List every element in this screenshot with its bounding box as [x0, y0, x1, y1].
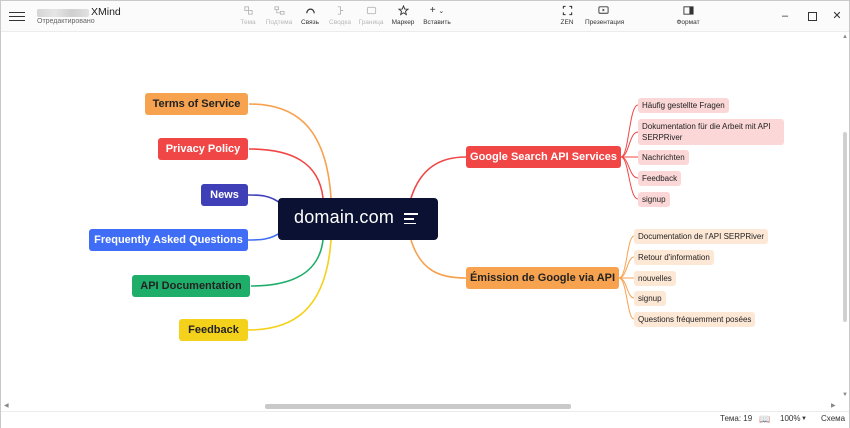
document-status: Отредактировано [37, 18, 95, 25]
subtopic-signup-de[interactable]: signup [638, 192, 670, 207]
subtopic-nouvelles[interactable]: nouvelles [634, 271, 676, 286]
fullscreen-icon [549, 5, 585, 17]
marker-button[interactable]: Маркер [385, 4, 421, 29]
link-google-search [410, 156, 467, 199]
title-bar: XMind Отредактировано Тема Подтема Связь… [1, 1, 849, 32]
topic-privacy-policy[interactable]: Privacy Policy [158, 138, 248, 160]
star-icon [385, 4, 421, 17]
horizontal-scrollbar[interactable]: ◀ ▶ [1, 402, 849, 410]
maximize-icon [807, 11, 817, 21]
scroll-down-icon[interactable]: ▼ [842, 392, 848, 398]
central-topic-label: domain.com [294, 207, 395, 227]
subtopic-documentation-api[interactable]: Documentation de l'API SERPRiver [634, 229, 769, 244]
subtopic-retour-information[interactable]: Retour d'information [634, 250, 714, 265]
blurred-document-name [37, 9, 89, 17]
link-news [247, 194, 282, 205]
presentation-button[interactable]: Презентация [585, 5, 625, 29]
zoom-chevron-icon[interactable]: ▼ [801, 416, 807, 422]
close-button[interactable]: ✕ [826, 7, 848, 25]
link-terms [248, 103, 332, 199]
minimize-button[interactable]: – [774, 7, 796, 25]
boundary-label: Граница [358, 19, 384, 26]
zen-button[interactable]: ZEN [549, 5, 585, 29]
vertical-scroll-thumb[interactable] [843, 132, 847, 322]
scroll-up-icon[interactable]: ▲ [842, 34, 848, 40]
scroll-right-icon[interactable]: ▶ [831, 402, 836, 409]
format-button[interactable]: Формат [670, 5, 706, 29]
presentation-label: Презентация [585, 19, 625, 26]
subtopic-questions-frequentes[interactable]: Questions fréquemment posées [634, 312, 756, 327]
notes-icon [404, 213, 418, 227]
zoom-level[interactable]: 100% [780, 414, 800, 423]
topic-terms-of-service[interactable]: Terms of Service [145, 93, 248, 115]
vertical-scrollbar[interactable]: ▲ ▼ [841, 32, 849, 401]
subtopic-haufig-gestellte-fragen[interactable]: Häufig gestellte Fragen [638, 98, 729, 113]
menu-icon[interactable] [9, 9, 25, 23]
book-icon[interactable]: 📖 [759, 414, 770, 425]
subtopic-signup-fr[interactable]: signup [634, 291, 666, 306]
minimize-icon: – [781, 10, 789, 22]
scroll-left-icon[interactable]: ◀ [4, 402, 9, 409]
subtopic-feedback[interactable]: Feedback [638, 171, 682, 186]
format-label: Формат [676, 19, 700, 26]
boundary-button[interactable]: Граница [353, 5, 389, 29]
marker-label: Маркер [391, 19, 415, 26]
insert-label: Вставить [423, 19, 451, 26]
boundary-icon [353, 5, 389, 17]
insert-button[interactable]: + ⌄ Вставить [419, 5, 455, 29]
topic-api-documentation[interactable]: API Documentation [132, 275, 250, 297]
subtopic-dokumentation[interactable]: Dokumentation für die Arbeit mit API SER… [638, 119, 784, 145]
mindmap-canvas[interactable]: Terms of Service Privacy Policy News Fre… [1, 32, 849, 401]
topic-google-search-api-services[interactable]: Google Search API Services [466, 146, 621, 168]
format-panel-icon [670, 5, 706, 17]
topic-count: Тема: 19 [720, 414, 753, 423]
xmind-window: XMind Отредактировано Тема Подтема Связь… [0, 0, 850, 428]
view-mode[interactable]: Схема [821, 414, 845, 423]
horizontal-scroll-thumb[interactable] [265, 404, 571, 409]
chevron-down-icon: ⌄ [438, 8, 445, 15]
central-topic[interactable]: domain.com [278, 198, 438, 240]
zen-label: ZEN [560, 19, 574, 26]
link-faq [247, 231, 282, 241]
topic-emission-google-api[interactable]: Émission de Google via API [466, 267, 619, 289]
status-bar: Тема: 19 📖 100% ▼ Схема [1, 411, 849, 428]
link-api-doc [250, 239, 324, 287]
link-privacy [248, 148, 324, 199]
presentation-icon [585, 5, 621, 17]
link-emission [410, 239, 467, 279]
close-icon: ✕ [832, 10, 842, 22]
plus-icon: + ⌄ [429, 5, 445, 16]
topic-news[interactable]: News [201, 184, 248, 206]
subtopic-nachrichten[interactable]: Nachrichten [638, 150, 689, 165]
topic-feedback[interactable]: Feedback [179, 319, 248, 341]
app-name: XMind [91, 6, 121, 18]
topic-faq[interactable]: Frequently Asked Questions [89, 229, 248, 251]
maximize-button[interactable] [801, 7, 823, 25]
